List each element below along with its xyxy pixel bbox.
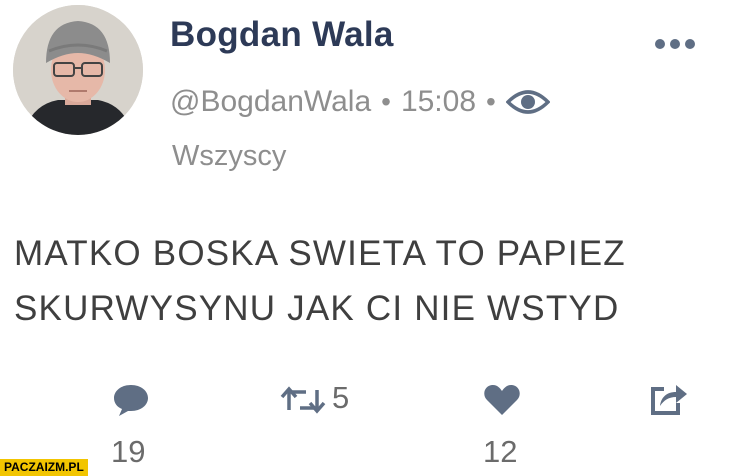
retweet-count: 5 xyxy=(332,380,350,415)
retweet-arrows-icon[interactable] xyxy=(280,386,326,414)
eye-icon xyxy=(505,90,550,114)
tweet-meta: @BogdanWala • 15:08 • xyxy=(170,82,550,122)
like-count: 12 xyxy=(483,434,518,469)
author-handle[interactable]: @BogdanWala xyxy=(170,85,371,119)
timestamp[interactable]: 15:08 xyxy=(401,85,476,119)
separator-dot: • xyxy=(486,86,496,117)
heart-icon[interactable] xyxy=(483,383,521,417)
watermark: PACZAIZM.PL xyxy=(0,459,88,476)
audience-label: Wszyscy xyxy=(172,140,287,172)
separator-dot: • xyxy=(381,86,391,117)
more-dots-icon[interactable] xyxy=(654,36,696,52)
reply-count: 19 xyxy=(111,434,146,469)
profile-photo xyxy=(13,5,143,135)
speech-bubble-icon[interactable] xyxy=(112,383,150,417)
author-name[interactable]: Bogdan Wala xyxy=(170,15,394,55)
tweet-text-line: MATKO BOSKA SWIETA TO PAPIEZ xyxy=(14,234,626,273)
tweet-text-line: SKURWYSYNU JAK CI NIE WSTYD xyxy=(14,289,620,328)
tweet-text: MATKO BOSKA SWIETA TO PAPIEZ SKURWYSYNU … xyxy=(14,226,714,336)
share-icon[interactable] xyxy=(648,379,688,417)
avatar[interactable] xyxy=(13,5,143,135)
